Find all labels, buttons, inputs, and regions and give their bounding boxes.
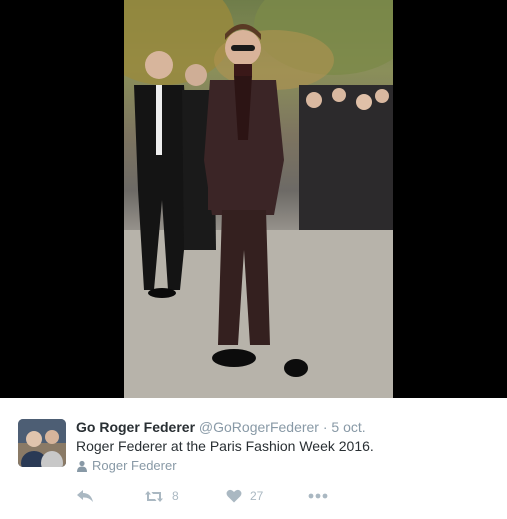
tweet-card: Go Roger Federer @GoRogerFederer · 5 oct… bbox=[0, 398, 507, 519]
avatar-image bbox=[18, 419, 66, 467]
avatar[interactable] bbox=[18, 419, 66, 467]
retweet-count: 8 bbox=[172, 489, 179, 503]
photo-illustration bbox=[124, 0, 393, 398]
meta-separator: · bbox=[322, 419, 328, 435]
tweet-photo[interactable] bbox=[124, 0, 393, 398]
more-button[interactable] bbox=[308, 493, 328, 499]
more-icon bbox=[308, 493, 328, 499]
place-label: Roger Federer bbox=[92, 458, 177, 473]
user-handle[interactable]: @GoRogerFederer bbox=[199, 419, 319, 435]
tweet-media[interactable] bbox=[0, 0, 507, 398]
retweet-button[interactable]: 8 bbox=[144, 489, 226, 503]
tweet-header: Go Roger Federer @GoRogerFederer · 5 oct… bbox=[76, 419, 366, 435]
tweet-actions: 8 27 bbox=[76, 489, 328, 503]
reply-icon bbox=[77, 490, 93, 502]
like-button[interactable]: 27 bbox=[226, 489, 308, 503]
like-count: 27 bbox=[250, 489, 264, 503]
tweet-text: Roger Federer at the Paris Fashion Week … bbox=[76, 438, 374, 454]
tweet-place[interactable]: Roger Federer bbox=[76, 458, 177, 473]
tweet-timestamp[interactable]: 5 oct. bbox=[331, 419, 365, 435]
reply-button[interactable] bbox=[76, 489, 144, 503]
display-name[interactable]: Go Roger Federer bbox=[76, 419, 195, 435]
heart-icon bbox=[226, 489, 242, 503]
retweet-icon bbox=[145, 490, 163, 502]
person-icon bbox=[77, 460, 87, 472]
